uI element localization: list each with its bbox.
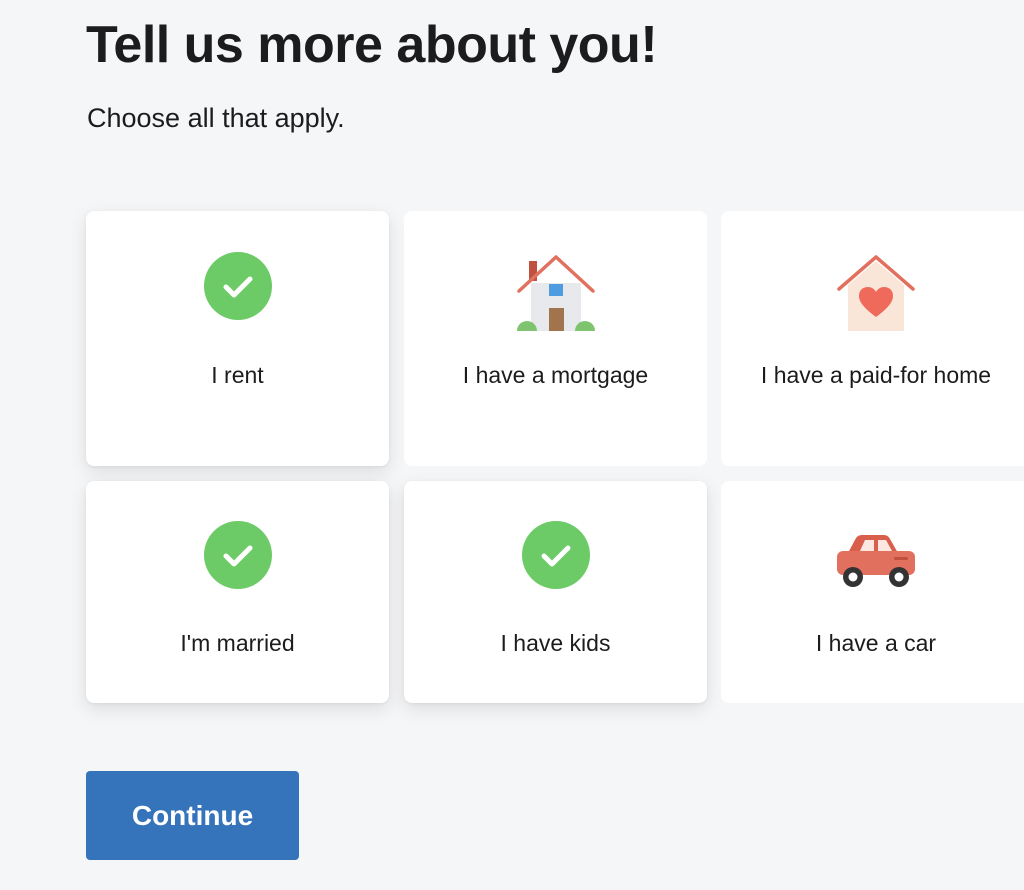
option-card-paid-for-home[interactable]: I have a paid-for home xyxy=(721,211,1024,466)
house-icon xyxy=(516,255,595,331)
option-card-rent[interactable]: I rent xyxy=(86,211,389,466)
check-icon xyxy=(521,521,590,589)
option-label-car: I have a car xyxy=(815,630,937,656)
page-subtitle: Choose all that apply. xyxy=(87,103,345,133)
option-label-married: I'm married xyxy=(180,630,295,656)
continue-button[interactable]: Continue xyxy=(86,771,299,860)
option-card-kids[interactable]: I have kids xyxy=(404,481,707,703)
option-card-married[interactable]: I'm married xyxy=(86,481,389,703)
page-title: Tell us more about you! xyxy=(86,16,658,74)
heart-house-icon xyxy=(837,255,915,331)
check-icon xyxy=(203,252,272,320)
option-label-mortgage: I have a mortgage xyxy=(462,362,649,388)
option-card-car[interactable]: I have a car xyxy=(721,481,1024,703)
tell-us-more-page: Tell us more about you! Choose all that … xyxy=(0,0,1024,890)
check-icon xyxy=(203,521,272,589)
option-label-rent: I rent xyxy=(211,362,264,388)
car-icon xyxy=(837,535,915,587)
option-label-kids: I have kids xyxy=(500,630,611,656)
option-card-mortgage[interactable]: I have a mortgage xyxy=(404,211,707,466)
option-label-paid-for-home: I have a paid-for home xyxy=(760,362,992,388)
